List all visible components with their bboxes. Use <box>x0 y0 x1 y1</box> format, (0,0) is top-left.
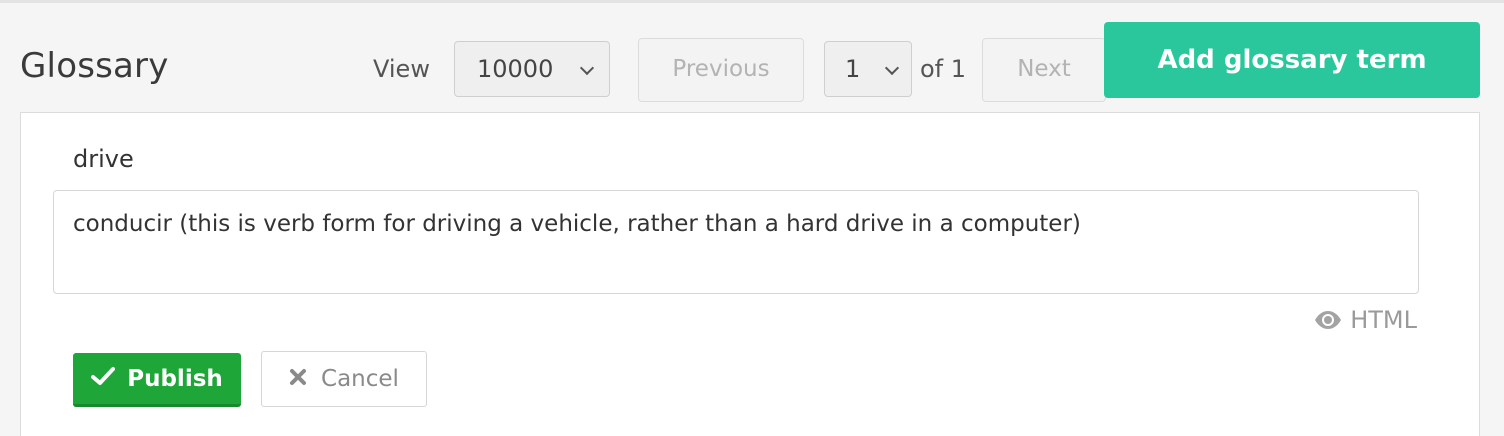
glossary-page: Glossary View 10000 Previous 1 of 1 Next… <box>0 0 1504 436</box>
chevron-down-icon <box>579 60 595 76</box>
close-icon <box>289 366 307 392</box>
next-button[interactable]: Next <box>982 38 1106 102</box>
page-select[interactable]: 1 <box>824 41 912 97</box>
eye-icon <box>1314 310 1342 330</box>
view-count-value: 10000 <box>477 55 554 83</box>
view-label: View <box>373 55 430 83</box>
cancel-label: Cancel <box>321 366 399 392</box>
cancel-button[interactable]: Cancel <box>261 351 427 407</box>
html-toggle[interactable]: HTML <box>1314 305 1417 335</box>
term-text: drive <box>73 145 134 173</box>
publish-button[interactable]: Publish <box>73 353 241 407</box>
page-value: 1 <box>845 55 861 83</box>
definition-field[interactable]: conducir (this is verb form for driving … <box>53 190 1419 294</box>
page-title: Glossary <box>20 46 169 86</box>
view-count-select[interactable]: 10000 <box>454 41 610 97</box>
check-icon <box>91 366 116 392</box>
top-divider <box>0 0 1504 3</box>
previous-button[interactable]: Previous <box>638 38 804 102</box>
publish-label: Publish <box>127 365 223 392</box>
glossary-entry-editor: drive conducir (this is verb form for dr… <box>20 112 1480 436</box>
html-toggle-label: HTML <box>1350 306 1417 334</box>
chevron-down-icon <box>884 60 900 76</box>
definition-text: conducir (this is verb form for driving … <box>73 211 1081 237</box>
add-glossary-term-button[interactable]: Add glossary term <box>1104 22 1480 98</box>
page-total-label: of 1 <box>920 55 967 83</box>
